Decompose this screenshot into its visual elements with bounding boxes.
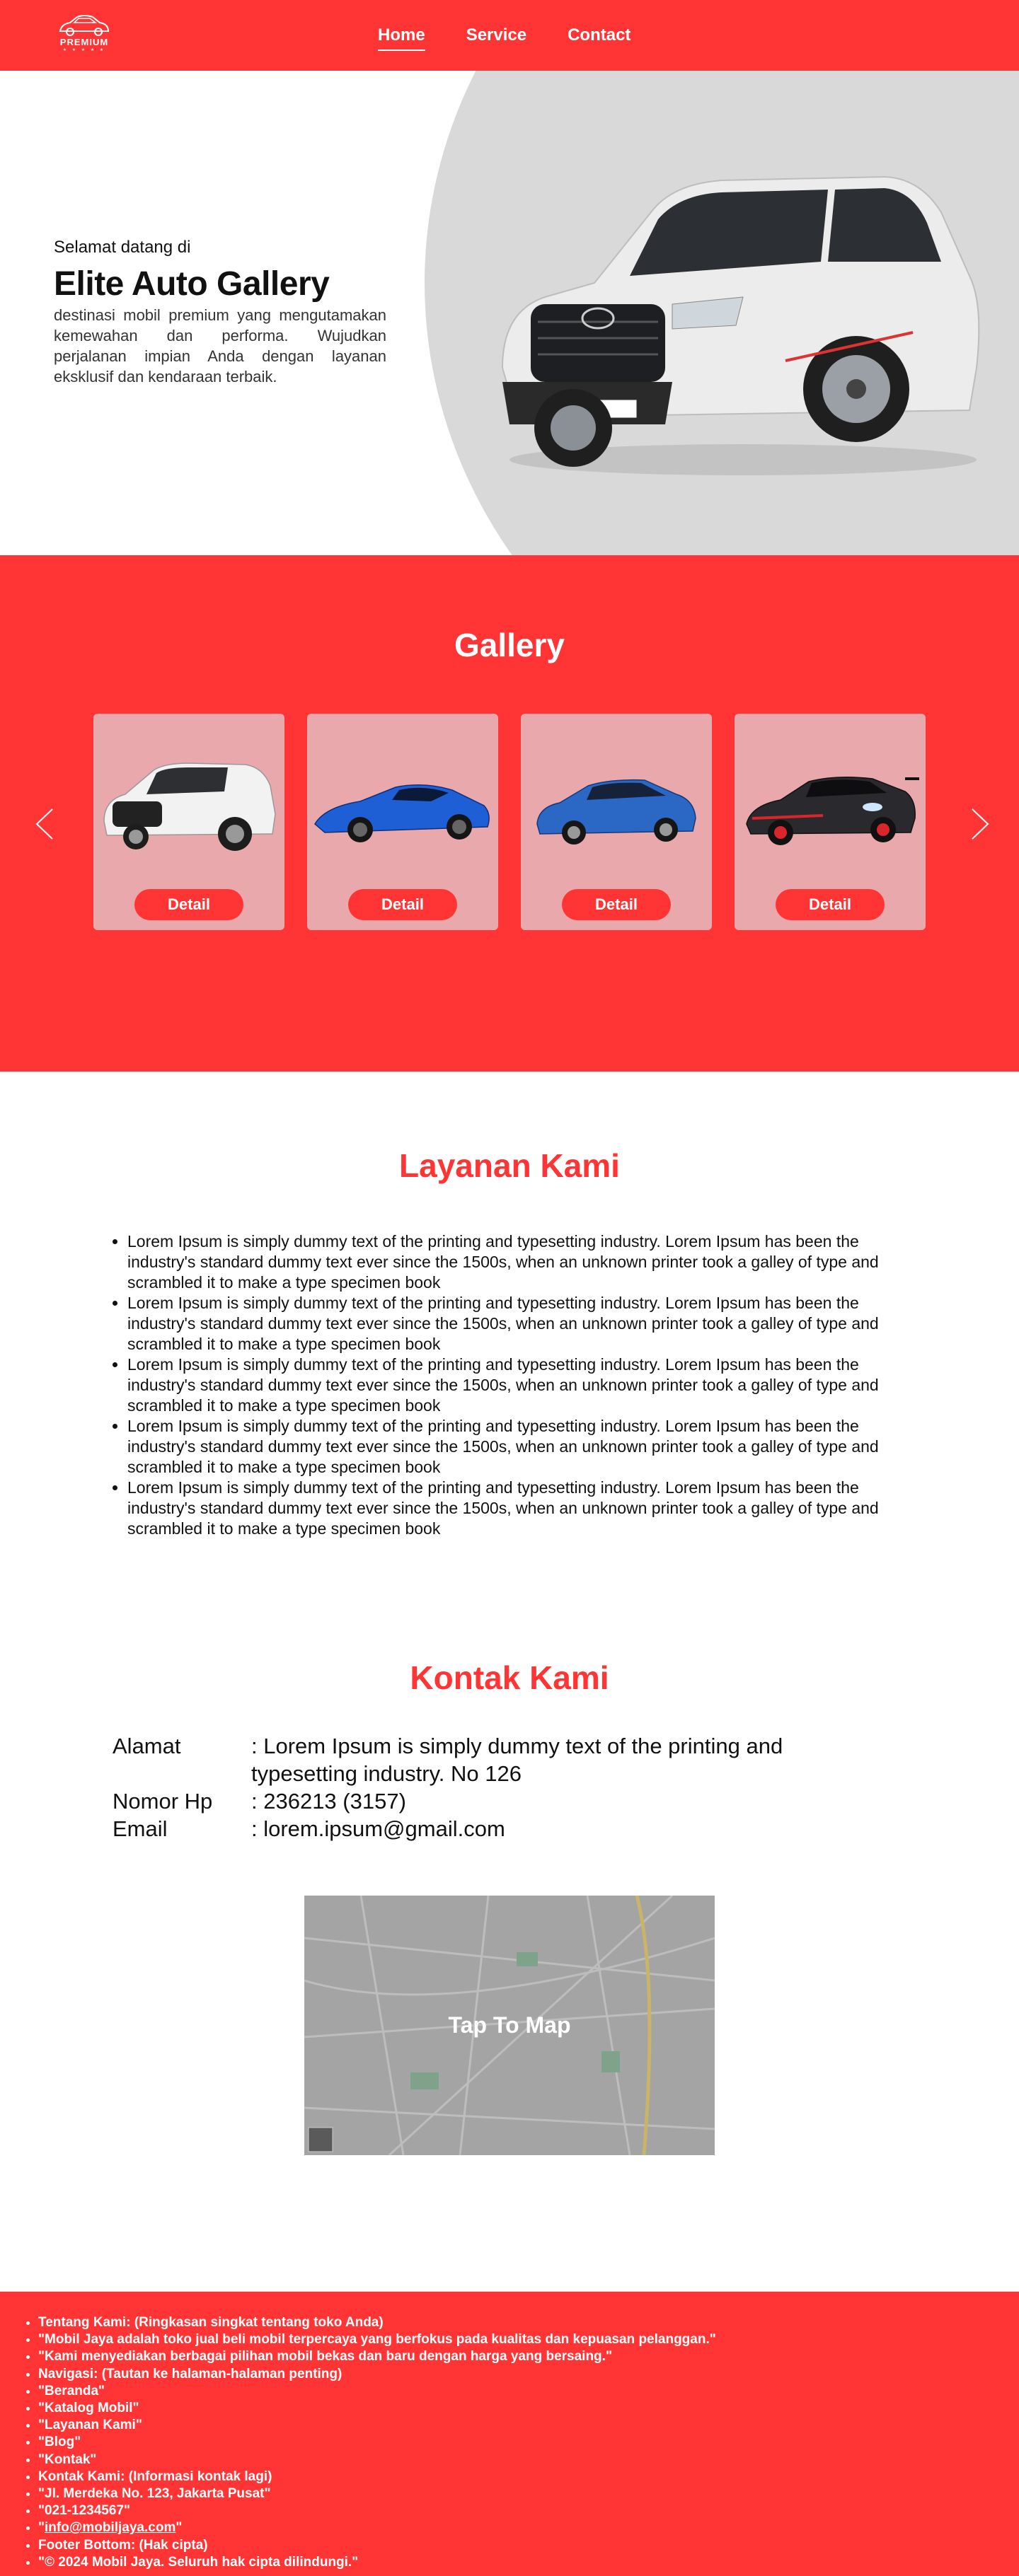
nav-link-service[interactable]: Service — [466, 25, 526, 51]
list-item: Lorem Ipsum is simply dummy text of the … — [127, 1354, 916, 1416]
services-list: Lorem Ipsum is simply dummy text of the … — [127, 1231, 916, 1539]
footer-item-email: "info@mobiljaya.com" — [38, 2519, 716, 2536]
nav-link-contact[interactable]: Contact — [568, 25, 631, 51]
list-item: Lorem Ipsum is simply dummy text of the … — [127, 1293, 916, 1354]
footer-list: Tentang Kami: (Ringkasan singkat tentang… — [38, 2314, 716, 2571]
hero-welcome: Selamat datang di — [54, 238, 191, 257]
detail-button[interactable]: Detail — [562, 889, 671, 920]
detail-button[interactable]: Detail — [348, 889, 457, 920]
hero-text-block: Selamat datang di Elite Auto Gallery des… — [54, 238, 386, 387]
contact-label: Alamat — [113, 1734, 181, 1758]
nav-link-home[interactable]: Home — [378, 25, 425, 51]
logo-text: PREMIUM — [59, 37, 109, 47]
footer-item: Navigasi: (Tautan ke halaman-halaman pen… — [38, 2366, 716, 2383]
gallery-cards: Detail Detail Detail Detail — [93, 714, 926, 930]
footer-item: "Kontak" — [38, 2452, 716, 2468]
footer-item: "Mobil Jaya adalah toko jual beli mobil … — [38, 2331, 716, 2348]
contact-section: Kontak Kami Alamat : Lorem Ipsum is simp… — [0, 1581, 1019, 2292]
footer-item: "021-1234567" — [38, 2502, 716, 2519]
map-label: Tap To Map — [448, 2012, 571, 2038]
footer-item: "Layanan Kami" — [38, 2417, 716, 2434]
footer-item: "Jl. Merdeka No. 123, Jakarta Pusat" — [38, 2485, 716, 2502]
hero-title: Elite Auto Gallery — [54, 265, 330, 303]
race-car-image — [746, 777, 919, 845]
gallery-card: Detail — [307, 714, 498, 930]
list-item: Lorem Ipsum is simply dummy text of the … — [127, 1478, 916, 1539]
gallery-card: Detail — [93, 714, 284, 930]
footer-item: Tentang Kami: (Ringkasan singkat tentang… — [38, 2314, 716, 2331]
footer-item: "Katalog Mobil" — [38, 2400, 716, 2417]
footer-item: "Beranda" — [38, 2383, 716, 2400]
sedan-image — [536, 779, 696, 845]
logo-subtext: ★ ★ ★ ★ ★ — [62, 48, 106, 52]
contact-title: Kontak Kami — [410, 1659, 609, 1696]
services-section: Layanan Kami Lorem Ipsum is simply dummy… — [0, 1072, 1019, 1581]
services-title: Layanan Kami — [399, 1147, 620, 1184]
footer: Tentang Kami: (Ringkasan singkat tentang… — [0, 2292, 1019, 2576]
footer-item: Footer Bottom: (Hak cipta) — [38, 2537, 716, 2554]
contact-value: : 236213 (3157) — [251, 1789, 406, 1814]
gallery-card: Detail — [735, 714, 926, 930]
brand-logo[interactable]: PREMIUM ★ ★ ★ ★ ★ — [54, 13, 115, 57]
list-item: Lorem Ipsum is simply dummy text of the … — [127, 1416, 916, 1478]
contact-info: Alamat : Lorem Ipsum is simply dummy tex… — [113, 1732, 888, 1843]
detail-button[interactable]: Detail — [776, 889, 885, 920]
footer-item: "© 2024 Mobil Jaya. Seluruh hak cipta di… — [38, 2554, 716, 2571]
top-navbar: PREMIUM ★ ★ ★ ★ ★ Home Service Contact — [0, 0, 1019, 71]
contact-row-email: Email : lorem.ipsum@gmail.com — [113, 1815, 888, 1843]
sports-car-image — [314, 784, 490, 842]
contact-row-address: Alamat : Lorem Ipsum is simply dummy tex… — [113, 1732, 888, 1787]
gallery-card: Detail — [521, 714, 712, 930]
footer-item: Kontak Kami: (Informasi kontak lagi) — [38, 2468, 716, 2485]
footer-item: "Kami menyediakan berbagai pilihan mobil… — [38, 2348, 716, 2365]
chevron-left-icon[interactable] — [34, 806, 55, 842]
contact-label: Nomor Hp — [113, 1789, 213, 1814]
detail-button[interactable]: Detail — [134, 889, 243, 920]
contact-value: : Lorem Ipsum is simply dummy text of th… — [251, 1734, 783, 1786]
hero-suv-image — [501, 175, 980, 475]
list-item: Lorem Ipsum is simply dummy text of the … — [127, 1231, 916, 1293]
gallery-title: Gallery — [454, 627, 565, 663]
hero-description: destinasi mobil premium yang mengutamaka… — [54, 306, 386, 385]
map-preview[interactable]: Tap To Map — [304, 1896, 715, 2155]
hero-section: Selamat datang di Elite Auto Gallery des… — [0, 71, 1019, 555]
contact-label: Email — [113, 1816, 168, 1841]
nav-links: Home Service Contact — [378, 25, 631, 51]
suv-image — [103, 762, 276, 851]
footer-item: "Blog" — [38, 2434, 716, 2451]
footer-email-link[interactable]: info@mobiljaya.com — [45, 2520, 175, 2535]
chevron-right-icon[interactable] — [969, 806, 991, 842]
contact-row-phone: Nomor Hp : 236213 (3157) — [113, 1787, 888, 1815]
gallery-section: Gallery Detail Detail Detail Detail — [0, 555, 1019, 1072]
car-logo-icon — [59, 15, 110, 36]
contact-value: : lorem.ipsum@gmail.com — [251, 1816, 505, 1841]
